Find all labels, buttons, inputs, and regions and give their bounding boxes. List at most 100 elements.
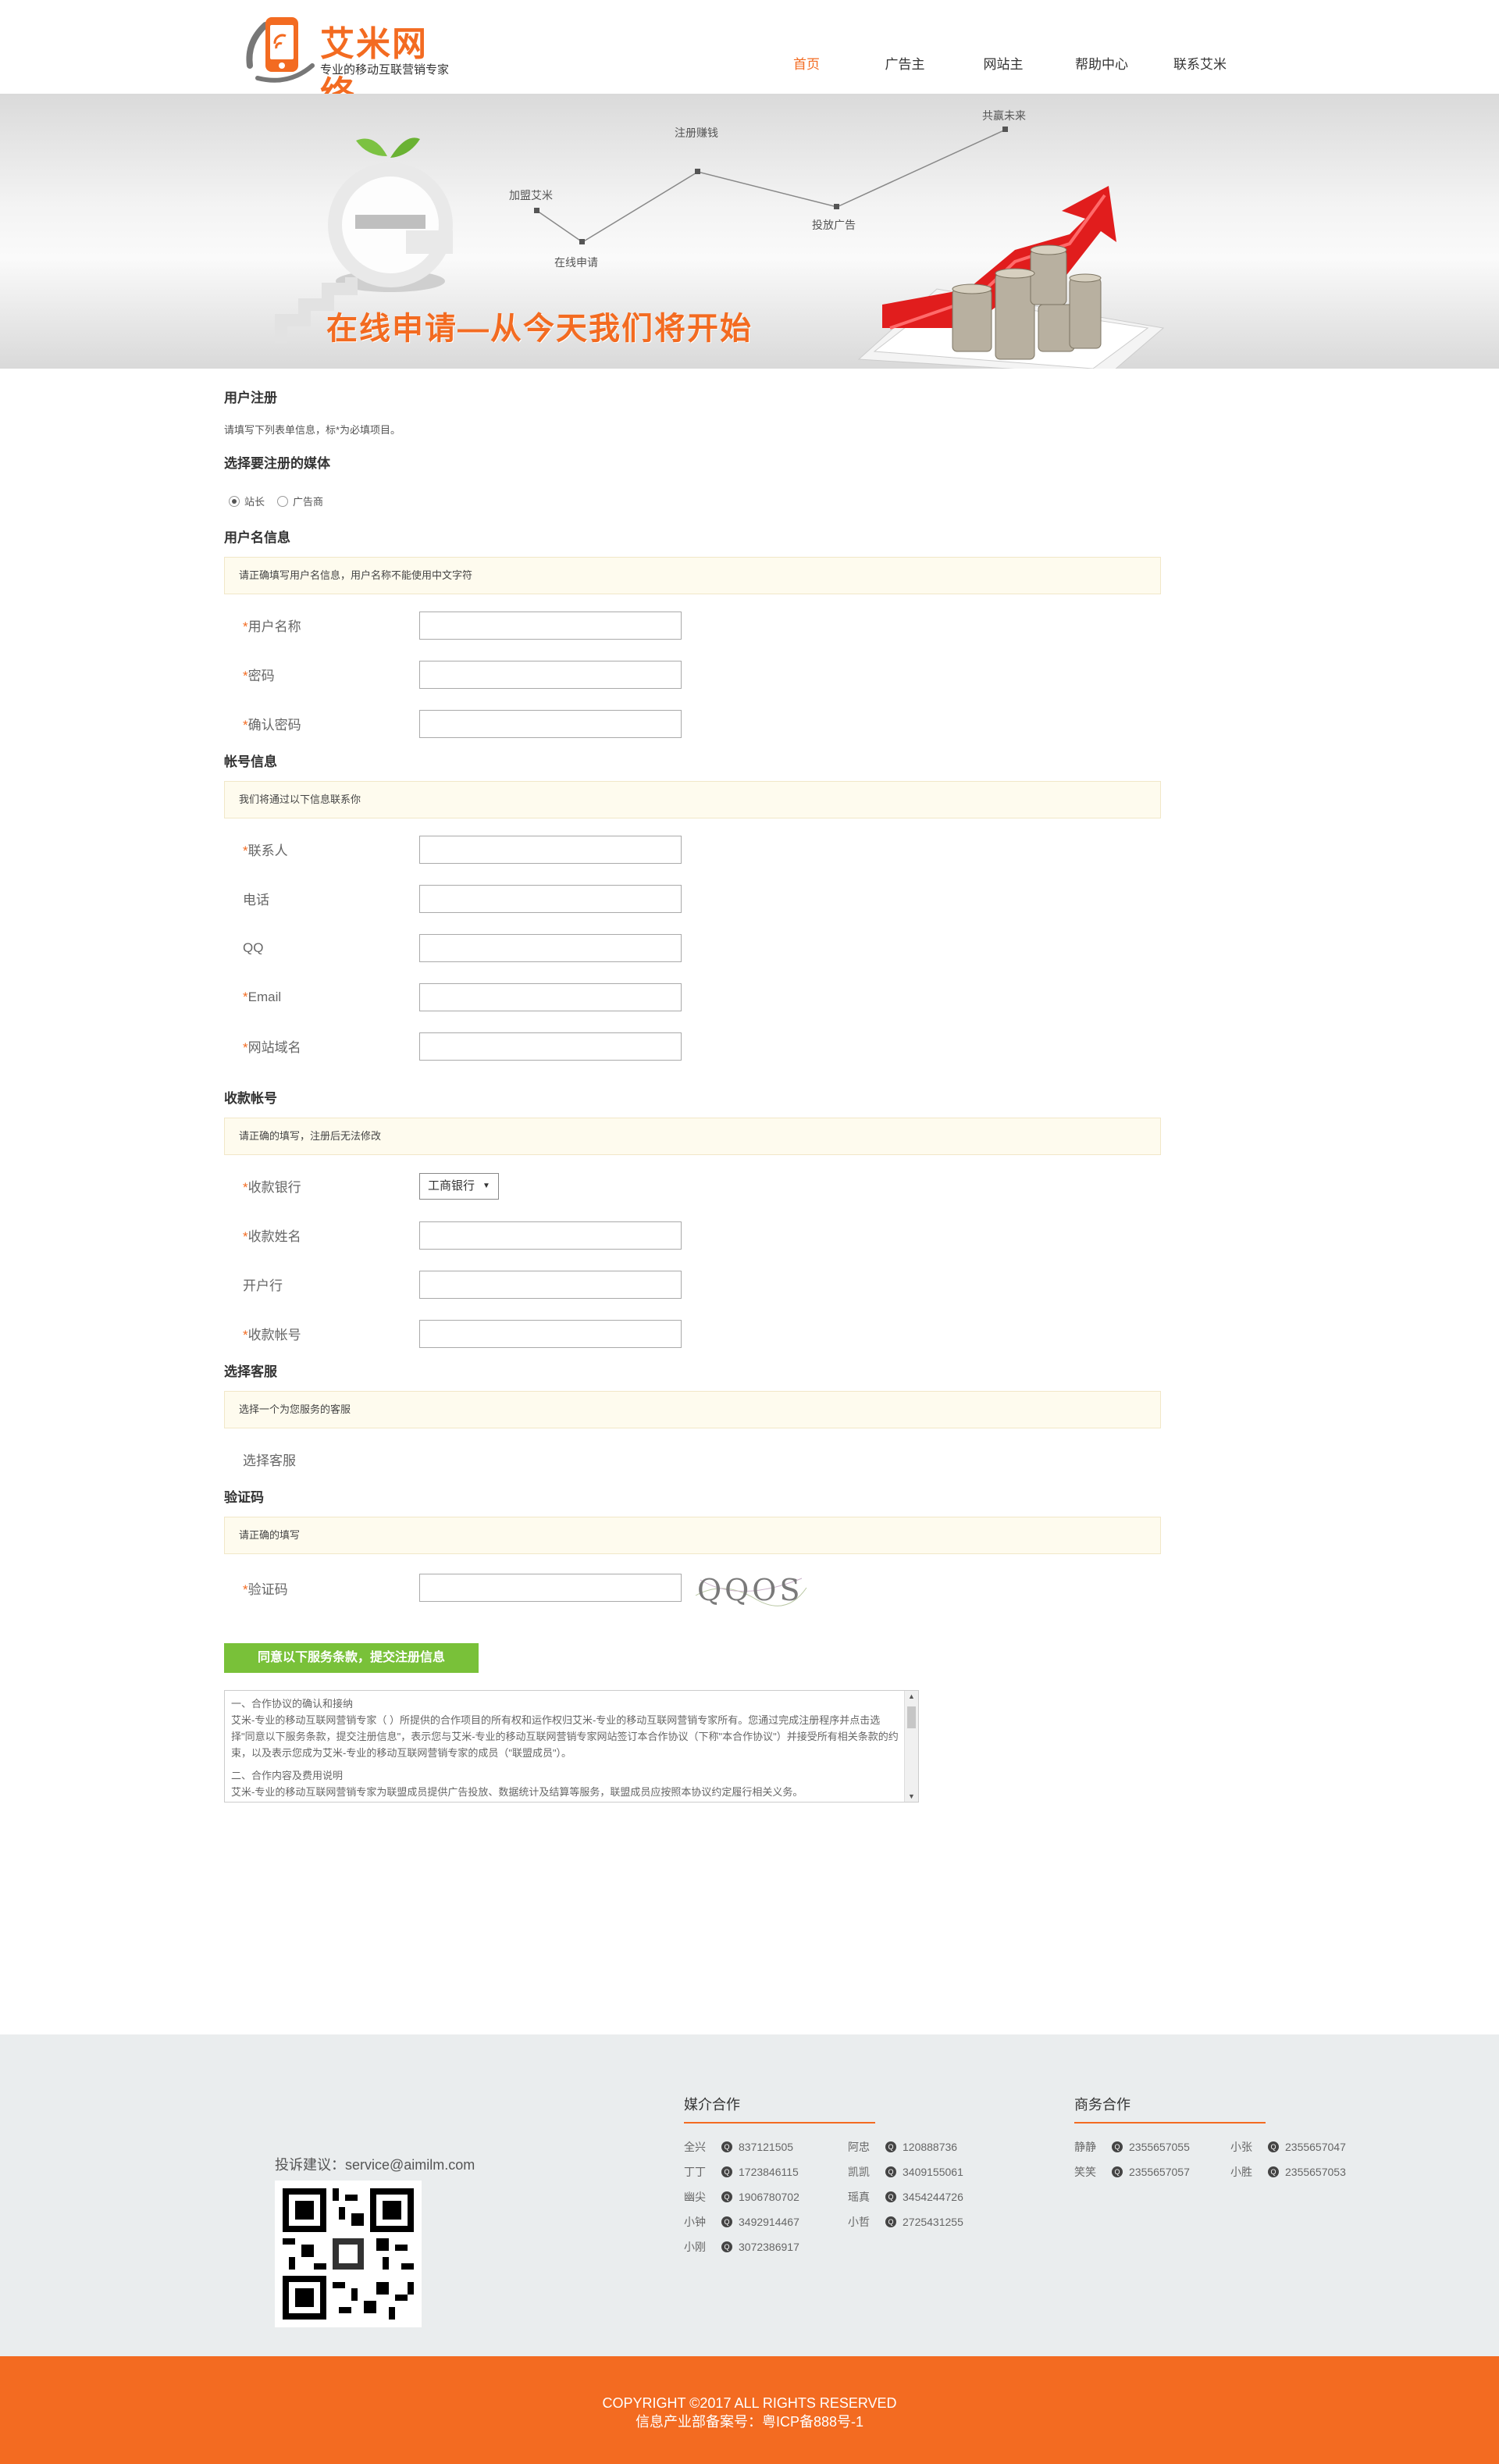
business-contact[interactable]: 静静 Q 2355657055 [1074, 2134, 1215, 2159]
logo-subtitle: 专业的移动互联营销专家 [320, 63, 450, 77]
payee-name-label: 收款姓名 [247, 1229, 301, 1244]
qq-icon: Q [885, 2191, 896, 2202]
media-contact[interactable]: 阿忠 Q 120888736 [848, 2134, 996, 2159]
radio-webmaster-label: 站长 [244, 496, 265, 508]
phone-logo-icon [246, 17, 315, 83]
account-number-input[interactable] [419, 1319, 682, 1348]
media-contact[interactable]: 幽尖 Q 1906780702 [684, 2184, 832, 2209]
nav-advertiser[interactable]: 广告主 [856, 0, 954, 94]
submit-button[interactable]: 同意以下服务条款，提交注册信息 [224, 1643, 479, 1673]
terms-paragraph-1: 艾米-专业的移动互联网营销专家（ ）所提供的合作项目的所有权和运作权归艾米-专业… [231, 1714, 899, 1759]
radio-webmaster[interactable] [229, 495, 240, 507]
footer: 投诉建议：service@aimilm.com 媒介合作 全兴 Q 83712150… [0, 2034, 1499, 2356]
username-section-title: 用户名信息 [224, 530, 290, 545]
qq-icon: Q [721, 2241, 732, 2252]
banner-slogan: 在线申请—从今天我们将开始 [326, 312, 753, 346]
media-contact[interactable]: 小刚 Q 3072386917 [684, 2234, 832, 2259]
service-label[interactable]: 选择客服 [243, 1450, 419, 1469]
business-coop: 商务合作 静静 Q 2355657055 小张 Q 2355657047 笑笑 Q 2355… [1074, 2094, 1363, 2184]
username-label: 用户名称 [247, 619, 301, 634]
media-contact[interactable]: 丁丁 Q 1723846115 [684, 2159, 832, 2184]
account-number-label: 收款帐号 [247, 1328, 301, 1343]
payment-section-title: 收款帐号 [224, 1091, 277, 1106]
captcha-input[interactable] [419, 1574, 682, 1602]
qq-label: QQ [243, 940, 264, 955]
media-contact[interactable]: 全兴 Q 837121505 [684, 2134, 832, 2159]
step-advertise: 投放广告 [812, 219, 856, 231]
domain-label: 网站域名 [247, 1040, 301, 1055]
registration-form: 用户注册 请填写下列表单信息，标*为必填项目。 选择要注册的媒体 站长 广告商 … [224, 369, 1161, 1803]
media-radio-group: 站长 广告商 [224, 494, 1161, 508]
nav-publisher[interactable]: 网站主 [954, 0, 1052, 94]
terms-box[interactable]: 一、合作协议的确认和接纳 艾米-专业的移动互联网营销专家（ ）所提供的合作项目的… [224, 1690, 919, 1803]
copyright-bar: COPYRIGHT ©2017 ALL RIGHTS RESERVED 信息产业… [0, 2356, 1499, 2464]
media-coop: 媒介合作 全兴 Q 837121505 阿忠 Q 120888736 丁丁 Q 172384… [684, 2094, 996, 2259]
field-password: *密码 [224, 650, 1161, 699]
captcha-text: QQOS [697, 1573, 803, 1607]
business-contact[interactable]: 小张 Q 2355657047 [1230, 2134, 1363, 2159]
password-input[interactable] [419, 660, 682, 689]
scroll-up-icon[interactable]: ▲ [908, 1692, 915, 1700]
field-contact: *联系人 [224, 825, 1161, 874]
step-win: 共赢未来 [982, 109, 1026, 122]
logo[interactable]: 艾米网络 专业的移动互联营销专家 [242, 11, 461, 114]
business-contact[interactable]: 小胜 Q 2355657053 [1230, 2159, 1363, 2184]
field-service: 选择客服 [224, 1435, 1161, 1484]
scroll-down-icon[interactable]: ▼ [908, 1792, 915, 1800]
contact-label: 联系人 [247, 843, 288, 858]
bank-branch-label: 开户行 [243, 1278, 283, 1293]
captcha-image[interactable]: QQOS [693, 1564, 810, 1611]
radio-advertiser[interactable] [277, 495, 289, 507]
qq-icon: Q [1268, 2141, 1279, 2152]
nav-home[interactable]: 首页 [757, 0, 856, 94]
account-section-title: 帐号信息 [224, 754, 277, 769]
captcha-notice: 请正确的填写 [224, 1517, 1161, 1554]
qq-icon: Q [721, 2166, 732, 2177]
step-apply: 在线申请 [554, 256, 598, 269]
qq-input[interactable] [419, 933, 682, 962]
business-contact-list: 静静 Q 2355657055 小张 Q 2355657047 笑笑 Q 235565705… [1074, 2134, 1363, 2184]
media-contact[interactable]: 小哲 Q 2725431255 [848, 2209, 996, 2234]
media-contact[interactable]: 瑶真 Q 3454244726 [848, 2184, 996, 2209]
nav-contact[interactable]: 联系艾米 [1151, 0, 1249, 94]
media-contact[interactable]: 小钟 Q 3492914467 [684, 2209, 832, 2234]
site-header: 艾米网络 专业的移动互联营销专家 首页 广告主 网站主 帮助中心 联系艾米 [0, 0, 1499, 114]
icp-text: 信息产业部备案号：粤ICP备888号-1 [635, 2414, 864, 2430]
domain-input[interactable] [419, 1032, 682, 1061]
contact-input[interactable] [419, 835, 682, 864]
media-contact[interactable]: 凯凯 Q 3409155061 [848, 2159, 996, 2184]
email-input[interactable] [419, 982, 682, 1011]
qr-code-icon [283, 2188, 414, 2320]
confirm-password-input[interactable] [419, 709, 682, 738]
scroll-thumb[interactable] [907, 1706, 916, 1728]
qq-icon: Q [1268, 2166, 1279, 2177]
username-input[interactable] [419, 611, 682, 640]
business-contact[interactable]: 笑笑 Q 2355657057 [1074, 2159, 1215, 2184]
payee-name-input[interactable] [419, 1221, 682, 1250]
nav-help[interactable]: 帮助中心 [1052, 0, 1151, 94]
email-label: Email [247, 989, 282, 1004]
form-description: 请填写下列表单信息，标*为必填项目。 [224, 424, 401, 436]
dropdown-arrow-icon: ▼ [482, 1181, 490, 1190]
field-email: *Email [224, 972, 1161, 1022]
banner: 加盟艾米 在线申请 注册赚钱 投放广告 共赢未来 在线申请—从今天我们将开始 [0, 94, 1499, 369]
radio-advertiser-label: 广告商 [293, 496, 324, 508]
complain-email[interactable]: 投诉建议：service@aimilm.com [275, 2154, 475, 2174]
bank-branch-input[interactable] [419, 1270, 682, 1299]
phone-label: 电话 [243, 893, 269, 908]
terms-paragraph-2: 艾米-专业的移动互联网营销专家为联盟成员提供广告投放、数据统计及结算等服务，联盟… [231, 1786, 803, 1798]
qq-icon: Q [721, 2216, 732, 2227]
bank-select[interactable]: 工商银行 ▼ [419, 1172, 499, 1200]
payment-notice: 请正确的填写，注册后无法修改 [224, 1118, 1161, 1155]
terms-scrollbar[interactable]: ▲ ▼ [904, 1691, 918, 1802]
field-bank-branch: 开户行 [224, 1260, 1161, 1309]
media-contact-list: 全兴 Q 837121505 阿忠 Q 120888736 丁丁 Q 1723846115 … [684, 2134, 996, 2259]
field-qq: QQ [224, 923, 1161, 972]
phone-input[interactable] [419, 884, 682, 913]
field-username: *用户名称 [224, 601, 1161, 650]
password-label: 密码 [247, 669, 275, 683]
terms-heading-2: 二、合作内容及费用说明 [231, 1770, 344, 1781]
field-captcha: *验证码 QQOS [224, 1560, 1161, 1615]
field-account-number: *收款帐号 [224, 1309, 1161, 1358]
step-earn: 注册赚钱 [675, 127, 718, 139]
